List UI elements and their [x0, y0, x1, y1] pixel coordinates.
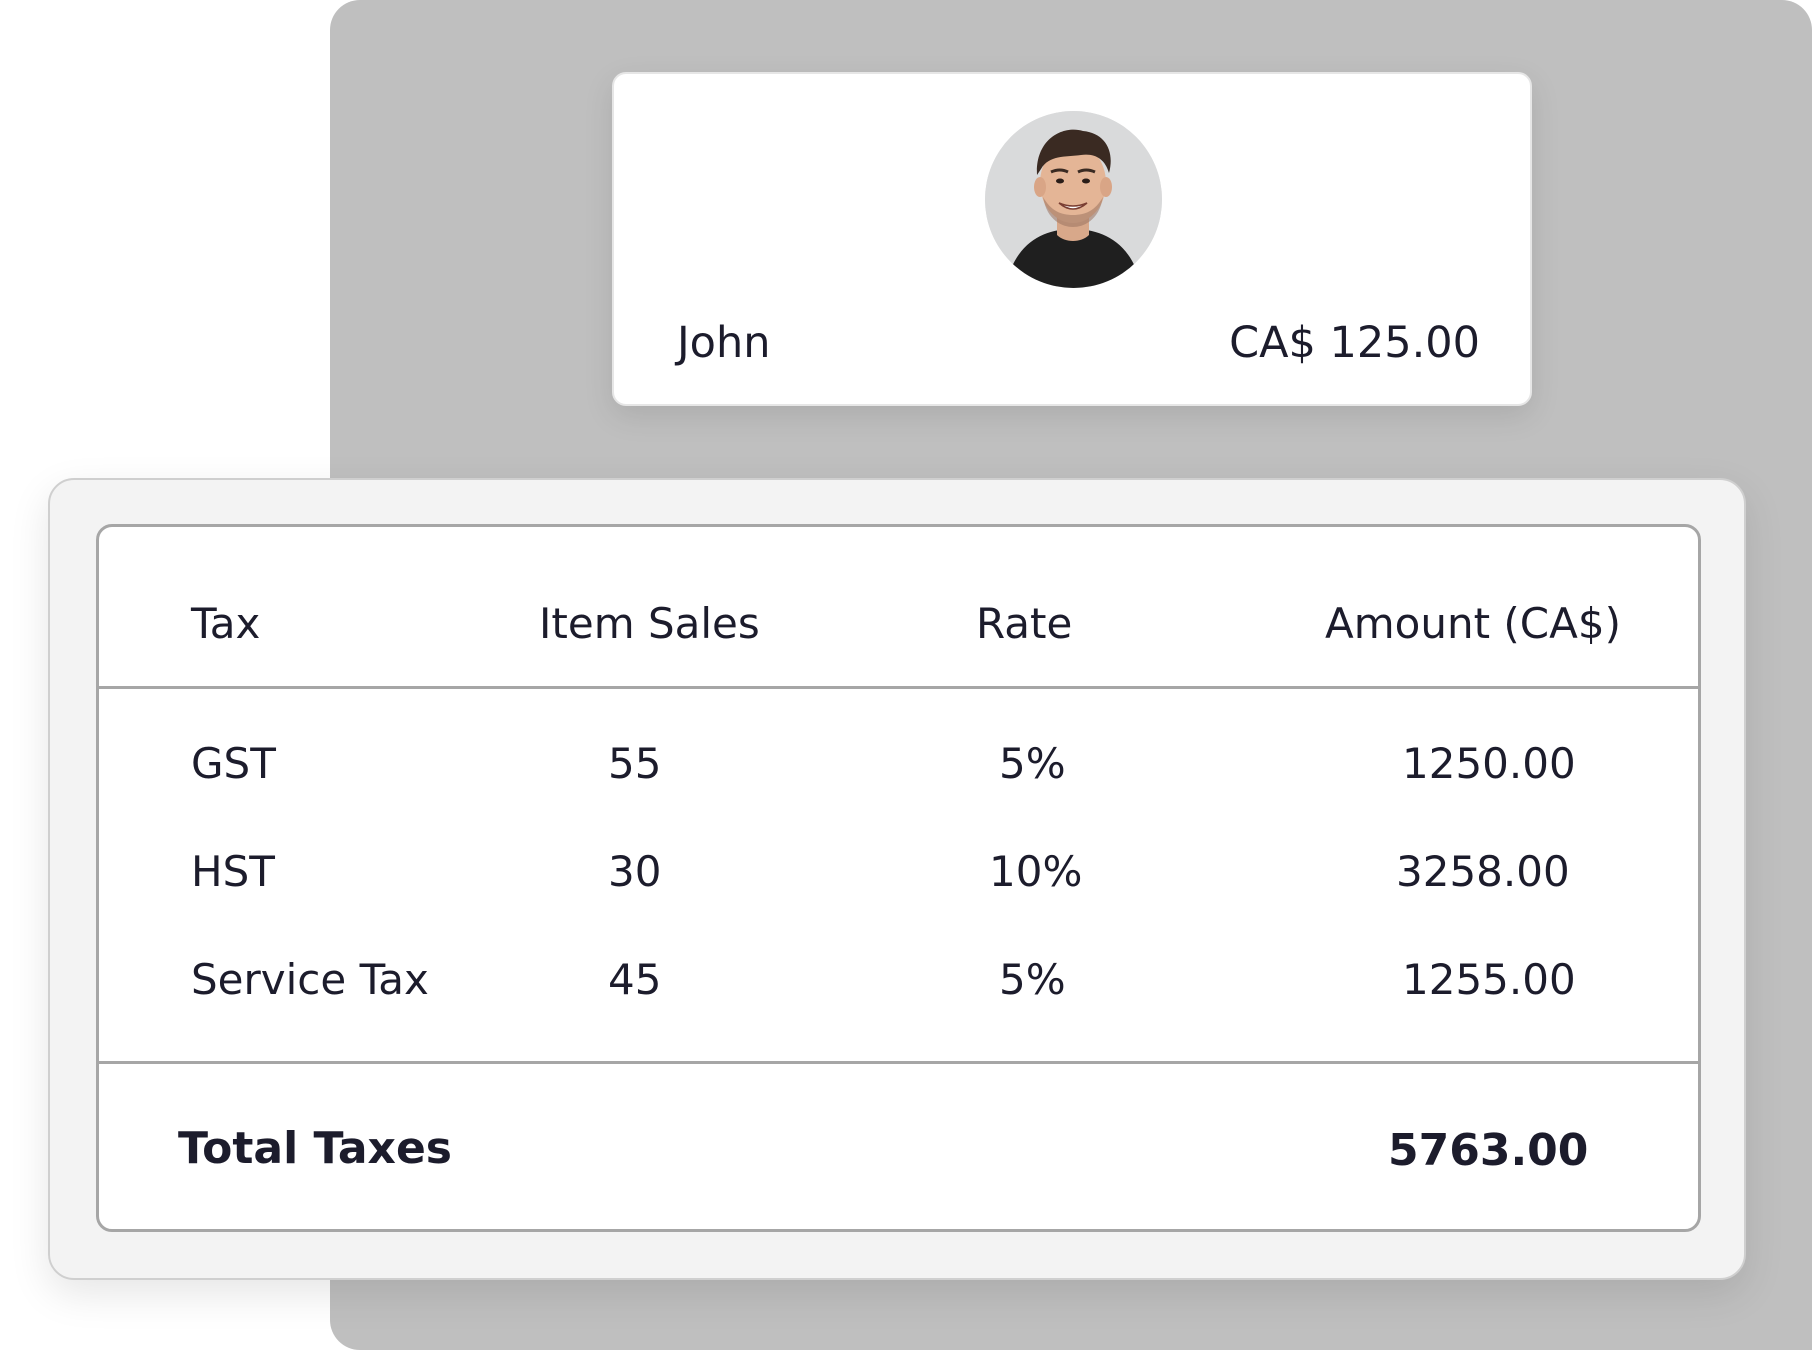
row-item-sales: 55 — [608, 739, 662, 788]
header-divider — [99, 686, 1698, 689]
total-label: Total Taxes — [178, 1123, 452, 1174]
profile-name: John — [677, 318, 771, 368]
tax-table: Tax Item Sales Rate Amount (CA$) GST 55 … — [96, 524, 1701, 1232]
row-rate: 10% — [989, 847, 1083, 896]
row-item-sales: 45 — [608, 955, 662, 1004]
profile-amount: CA$ 125.00 — [1229, 318, 1480, 368]
header-item-sales: Item Sales — [539, 599, 760, 648]
row-amount: 3258.00 — [1396, 847, 1570, 896]
user-avatar-icon — [985, 111, 1162, 288]
row-tax: GST — [191, 739, 276, 788]
row-rate: 5% — [999, 955, 1066, 1004]
row-amount: 1250.00 — [1402, 739, 1576, 788]
total-amount: 5763.00 — [1388, 1125, 1589, 1176]
row-amount: 1255.00 — [1402, 955, 1576, 1004]
profile-card: John CA$ 125.00 — [612, 72, 1532, 406]
row-tax: Service Tax — [191, 955, 429, 1004]
avatar — [985, 111, 1162, 288]
total-divider — [99, 1061, 1698, 1064]
row-tax: HST — [191, 847, 275, 896]
header-amount: Amount (CA$) — [1325, 599, 1621, 648]
header-rate: Rate — [976, 599, 1073, 648]
row-rate: 5% — [999, 739, 1066, 788]
row-item-sales: 30 — [608, 847, 662, 896]
header-tax: Tax — [191, 599, 261, 648]
